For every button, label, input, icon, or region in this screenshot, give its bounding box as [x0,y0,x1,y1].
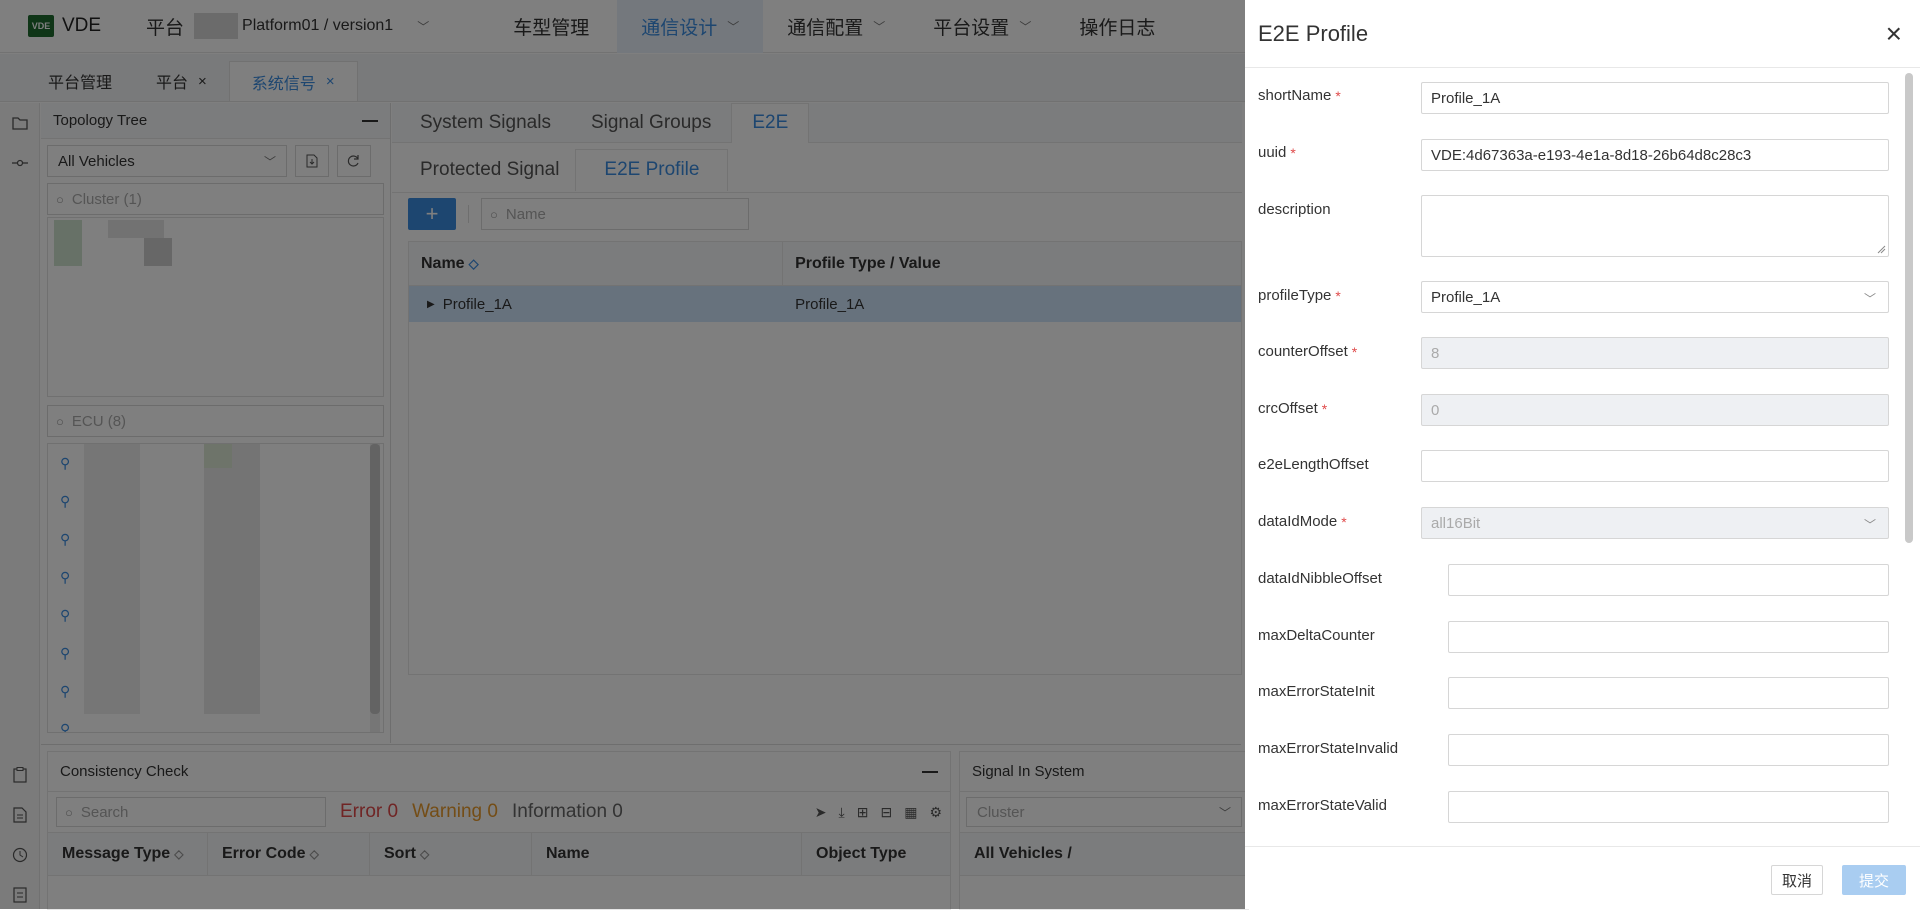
required-mark: * [1290,144,1296,161]
field-row-maxerrorstateinit: maxErrorStateInit [1258,683,1375,700]
field-row-profiletype: profileType * [1258,287,1341,304]
required-mark: * [1351,343,1358,360]
dataidmode-select[interactable]: all16Bit ﹀ [1421,507,1889,539]
field-label: maxErrorStateValid [1258,797,1387,814]
field-label: shortName [1258,87,1332,104]
drawer-title: E2E Profile [1258,20,1369,46]
input-value: VDE:4d67363a-e193-4e1a-8d18-26b64d8c28c3 [1431,146,1752,164]
chevron-down-icon: ﹀ [1863,518,1876,532]
field-label: maxDeltaCounter [1258,627,1375,644]
counteroffset-input[interactable]: 8 [1421,337,1889,369]
resize-handle-icon[interactable] [1876,244,1886,254]
field-row-description: description [1258,201,1331,218]
field-label: counterOffset [1258,343,1348,360]
maxdeltacounter-input[interactable] [1448,621,1889,653]
field-label: maxErrorStateInvalid [1258,740,1399,757]
e2e-profile-drawer: E2E Profile × shortName * Profile_1A uuid… [1245,0,1920,909]
field-row-counteroffset: counterOffset * [1258,343,1357,360]
cancel-button[interactable]: 取消 [1771,865,1823,895]
dataidnibbleoffset-input[interactable] [1448,564,1889,596]
app-root: VDE VDE 平台 Platform01 / version1 ﹀ 车型管理 … [0,0,1920,910]
description-textarea[interactable] [1421,195,1889,257]
uuid-input[interactable]: VDE:4d67363a-e193-4e1a-8d18-26b64d8c28c3 [1421,139,1889,171]
field-row-maxerrorstateinvalid: maxErrorStateInvalid [1258,740,1398,757]
drawer-scrollbar[interactable] [1905,73,1913,543]
field-label: dataIdMode [1258,513,1338,530]
field-row-e2elengthoffset: e2eLengthOffset [1258,456,1369,473]
chevron-down-icon: ﹀ [1863,292,1876,306]
field-row-crcoffset: crcOffset * [1258,400,1327,417]
field-row-maxdeltacounter: maxDeltaCounter [1258,627,1375,644]
submit-button[interactable]: 提交 [1842,865,1906,895]
maxerrorstateinvalid-input[interactable] [1448,734,1889,766]
drawer-header: E2E Profile × [1245,0,1920,68]
e2elengthoffset-input[interactable] [1421,450,1889,482]
field-label: crcOffset [1258,400,1318,417]
input-value: Profile_1A [1431,89,1501,107]
field-label: uuid [1258,144,1287,161]
input-value: 8 [1431,344,1440,362]
required-mark: * [1335,87,1341,104]
required-mark: * [1335,287,1341,304]
input-value: all16Bit [1431,514,1481,532]
field-row-dataidmode: dataIdMode * [1258,513,1347,530]
required-mark: * [1321,400,1328,417]
drawer-form: shortName * Profile_1A uuid * VDE:4d67363a… [1245,69,1920,847]
input-value: Profile_1A [1431,288,1501,306]
field-row-maxerrorstatevalid: maxErrorStateValid [1258,797,1387,814]
field-label: description [1258,201,1331,218]
close-icon[interactable]: × [1886,19,1902,48]
maxerrorstatevalid-input[interactable] [1448,791,1889,823]
profiletype-select[interactable]: Profile_1A ﹀ [1421,281,1889,313]
required-mark: * [1341,513,1347,530]
shortname-input[interactable]: Profile_1A [1421,82,1889,114]
crcoffset-input[interactable]: 0 [1421,394,1889,426]
field-label: profileType [1258,287,1332,304]
field-label: e2eLengthOffset [1258,456,1369,473]
input-value: 0 [1431,401,1440,419]
maxerrorstateinit-input[interactable] [1448,677,1889,709]
field-row-shortname: shortName * [1258,87,1341,104]
field-row-dataidnibbleoffset: dataIdNibbleOffset [1258,570,1382,587]
field-label: dataIdNibbleOffset [1258,570,1382,587]
field-row-uuid: uuid * [1258,144,1296,161]
drawer-footer: 取消 提交 [1245,846,1920,909]
field-label: maxErrorStateInit [1258,683,1375,700]
